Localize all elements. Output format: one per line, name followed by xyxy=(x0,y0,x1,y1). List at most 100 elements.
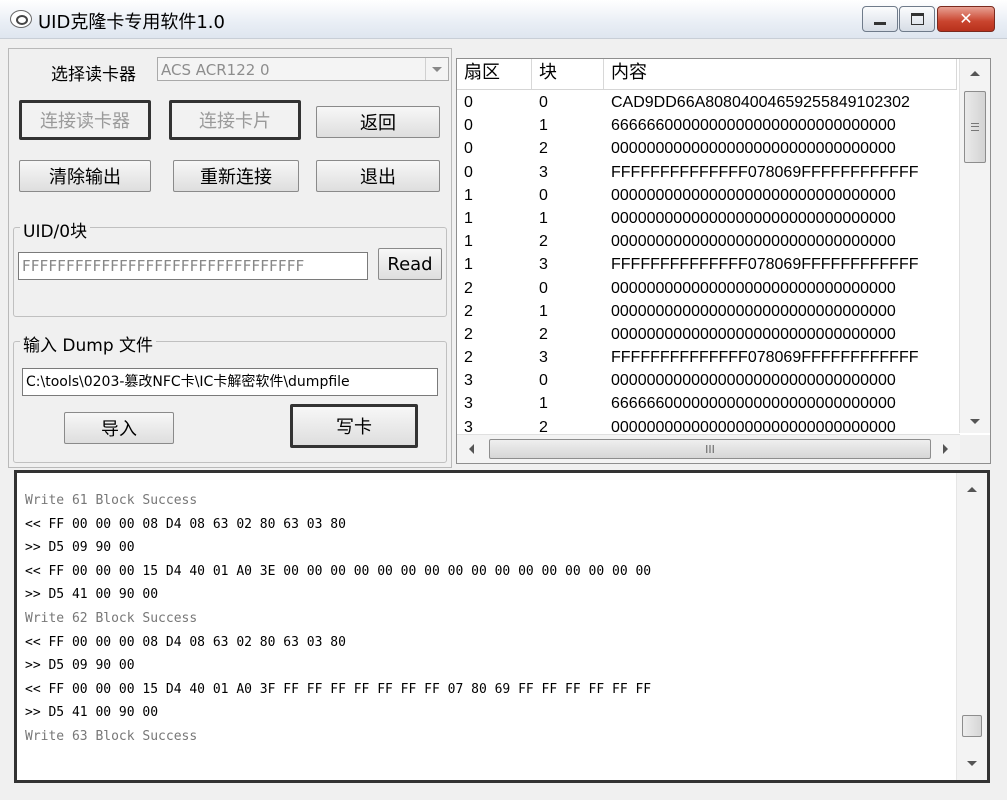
maximize-button[interactable] xyxy=(899,6,935,32)
cell-sector: 3 xyxy=(464,418,473,433)
reader-selected-value: ACS ACR122 0 xyxy=(161,61,270,79)
uid-group-legend: UID/0块 xyxy=(20,217,91,242)
log-line: << FF 00 00 00 15 D4 40 01 A0 3E 00 00 0… xyxy=(25,563,652,579)
log-line: << FF 00 00 00 15 D4 40 01 A0 3F FF FF F… xyxy=(25,681,652,697)
log-line: >> D5 09 90 00 xyxy=(25,540,135,556)
dump-group-legend: 输入 Dump 文件 xyxy=(20,331,157,356)
block-listview[interactable]: 扇区 块 内容 0 0 CAD9DD66A808040046592558491023… xyxy=(456,58,991,464)
output-log[interactable]: Write 61 Block Success << FF 00 00 00 08 … xyxy=(14,470,990,783)
reader-label: 选择读卡器 xyxy=(51,65,136,85)
log-line: Write 61 Block Success xyxy=(25,493,198,508)
cell-content: 00000000000000000000000000000000 xyxy=(611,372,896,390)
table-row[interactable]: 0 0 CAD9DD66A8080400465925584910230​2 xyxy=(457,91,957,114)
connect-reader-button[interactable]: 连接读卡器 xyxy=(19,100,151,140)
cell-block: 0 xyxy=(539,186,548,204)
cell-content: 00000000000000000000000000000000 xyxy=(611,418,896,433)
uid-input[interactable]: FFFFFFFFFFFFFFFFFFFFFFFFFFFFFFFF xyxy=(18,252,368,280)
log-line: Write 62 Block Success xyxy=(25,610,198,626)
close-button[interactable]: ✕ xyxy=(937,6,995,32)
list-header: 扇区 块 内容 xyxy=(457,59,957,90)
table-row[interactable]: 1 3 FFFFFFFFFFFFFF078069FFFFFFFFFFFF xyxy=(457,253,957,276)
cell-block: 0 xyxy=(539,372,548,390)
list-horizontal-scrollbar[interactable]: III xyxy=(457,434,960,463)
table-row[interactable]: 2 1 00000000000000000000000000000000 xyxy=(457,300,957,323)
list-vertical-scrollbar[interactable] xyxy=(959,59,990,433)
scroll-left-arrow[interactable] xyxy=(461,439,481,459)
cell-block: 2 xyxy=(539,140,548,158)
column-header-sector[interactable]: 扇区 xyxy=(457,59,532,89)
exit-button[interactable]: 退出 xyxy=(316,160,440,192)
chevron-right-icon xyxy=(942,444,948,454)
table-row[interactable]: 0 3 FFFFFFFFFFFFFF078069FFFFFFFFFFFF xyxy=(457,161,957,184)
log-line: << FF 00 00 00 08 D4 08 63 02 80 63 03 8… xyxy=(25,634,346,650)
cell-block: 3 xyxy=(539,349,548,367)
cell-block: 1 xyxy=(539,302,548,320)
chevron-down-icon xyxy=(967,760,977,766)
write-card-button[interactable]: 写卡 xyxy=(290,404,418,448)
table-row[interactable]: 3 0 00000000000000000000000000000000 xyxy=(457,369,957,392)
cell-sector: 2 xyxy=(464,349,473,367)
log-vertical-scrollbar[interactable] xyxy=(956,473,987,780)
minimize-button[interactable] xyxy=(862,6,898,32)
chevron-down-icon xyxy=(432,66,442,72)
title-bar[interactable]: UID克隆卡专用软件1.0 ✕ xyxy=(0,0,1007,39)
cell-content: CAD9DD66A8080400465925584910230​2 xyxy=(611,94,910,111)
table-row[interactable]: 3 2 00000000000000000000000000000000 xyxy=(457,416,957,433)
cell-sector: 1 xyxy=(464,233,473,251)
log-scroll-thumb[interactable] xyxy=(962,715,982,737)
table-row[interactable]: 2 3 FFFFFFFFFFFFFF078069FFFFFFFFFFFF xyxy=(457,346,957,369)
log-line: >> D5 09 90 00 xyxy=(25,658,135,674)
scroll-up-arrow[interactable] xyxy=(960,63,990,83)
clear-output-button[interactable]: 清除输出 xyxy=(19,160,151,192)
chevron-left-icon xyxy=(468,444,474,454)
cell-content: 00000000000000000000000000000000 xyxy=(611,186,896,204)
column-header-block[interactable]: 块 xyxy=(532,59,604,89)
cell-content: 00000000000000000000000000000000 xyxy=(611,325,896,343)
list-rows: 0 0 CAD9DD66A8080400465925584910230​2 0 1 666… xyxy=(457,91,957,433)
app-window: UID克隆卡专用软件1.0 ✕ 选择读卡器 ACS ACR122 0 连接读卡器… xyxy=(0,0,1007,800)
table-row[interactable]: 1 1 00000000000000000000000000000000 xyxy=(457,207,957,230)
table-row[interactable]: 1 2 00000000000000000000000000000000 xyxy=(457,230,957,253)
dump-groupbox: 输入 Dump 文件 C:\tools\0203-篡改NFC卡\IC卡解密软件\… xyxy=(13,331,447,463)
cell-content: FFFFFFFFFFFFFF078069FFFFFFFFFFFF xyxy=(611,256,919,274)
connect-card-button[interactable]: 连接卡片 xyxy=(169,100,301,140)
maximize-icon xyxy=(910,13,924,25)
cell-sector: 3 xyxy=(464,372,473,390)
table-row[interactable]: 2 2 00000000000000000000000000000000 xyxy=(457,323,957,346)
log-text: Write 61 Block Success << FF 00 00 00 08 … xyxy=(25,489,945,779)
reconnect-button[interactable]: 重新连接 xyxy=(173,160,299,192)
cell-content: 00000000000000000000000000000000 xyxy=(611,302,896,320)
log-scroll-up-arrow[interactable] xyxy=(957,479,987,499)
dropdown-arrow[interactable] xyxy=(425,58,448,80)
cell-sector: 0 xyxy=(464,117,473,135)
list-hscroll-thumb[interactable]: III xyxy=(489,439,931,459)
log-scroll-down-arrow[interactable] xyxy=(957,753,987,773)
table-row[interactable]: 0 2 00000000000000000000000000000000 xyxy=(457,137,957,160)
reader-select[interactable]: ACS ACR122 0 xyxy=(157,57,449,81)
scroll-right-arrow[interactable] xyxy=(935,439,955,459)
table-row[interactable]: 0 1 66666600000000000000000000000000 xyxy=(457,114,957,137)
cell-block: 2 xyxy=(539,418,548,433)
log-line: Write 63 Block Success xyxy=(25,728,198,744)
cell-block: 1 xyxy=(539,209,548,227)
dump-path-input[interactable]: C:\tools\0203-篡改NFC卡\IC卡解密软件\dumpfile xyxy=(22,368,438,396)
table-row[interactable]: 2 0 00000000000000000000000000000000 xyxy=(457,277,957,300)
chevron-up-icon xyxy=(970,70,980,76)
column-header-content[interactable]: 内容 xyxy=(604,59,957,89)
table-row[interactable]: 3 1 66666600000000000000000000000000 xyxy=(457,392,957,415)
list-scroll-thumb[interactable] xyxy=(964,91,986,163)
grip-icon xyxy=(971,123,979,131)
log-line: >> D5 41 00 90 00 xyxy=(25,587,159,603)
cell-block: 2 xyxy=(539,233,548,251)
cell-block: 0 xyxy=(539,279,548,297)
cell-sector: 0 xyxy=(464,140,473,158)
cell-content: 00000000000000000000000000000000 xyxy=(611,209,896,227)
import-button[interactable]: 导入 xyxy=(64,412,174,444)
table-row[interactable]: 1 0 00000000000000000000000000000000 xyxy=(457,184,957,207)
read-button[interactable]: Read xyxy=(378,248,442,280)
chevron-down-icon xyxy=(970,418,980,424)
close-icon: ✕ xyxy=(959,9,973,28)
back-button[interactable]: 返回 xyxy=(316,106,440,138)
cell-sector: 1 xyxy=(464,209,473,227)
scroll-down-arrow[interactable] xyxy=(960,411,990,431)
